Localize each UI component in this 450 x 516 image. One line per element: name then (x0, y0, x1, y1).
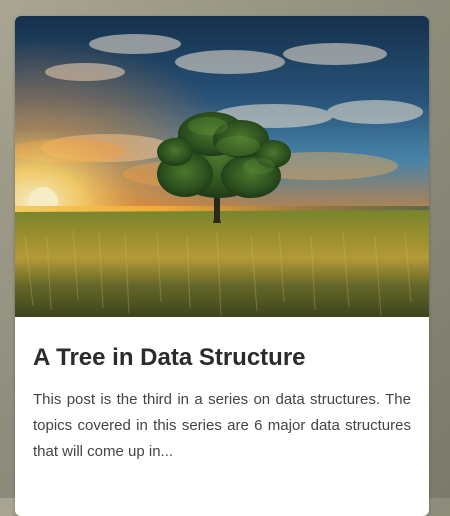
post-card[interactable]: A Tree in Data Structure This post is th… (15, 16, 429, 516)
post-excerpt: This post is the third in a series on da… (33, 391, 411, 460)
post-hero-image[interactable] (15, 16, 429, 317)
sunset-tree-image (15, 16, 429, 317)
post-content: A Tree in Data Structure This post is th… (15, 317, 429, 465)
post-title[interactable]: A Tree in Data Structure (33, 343, 411, 373)
